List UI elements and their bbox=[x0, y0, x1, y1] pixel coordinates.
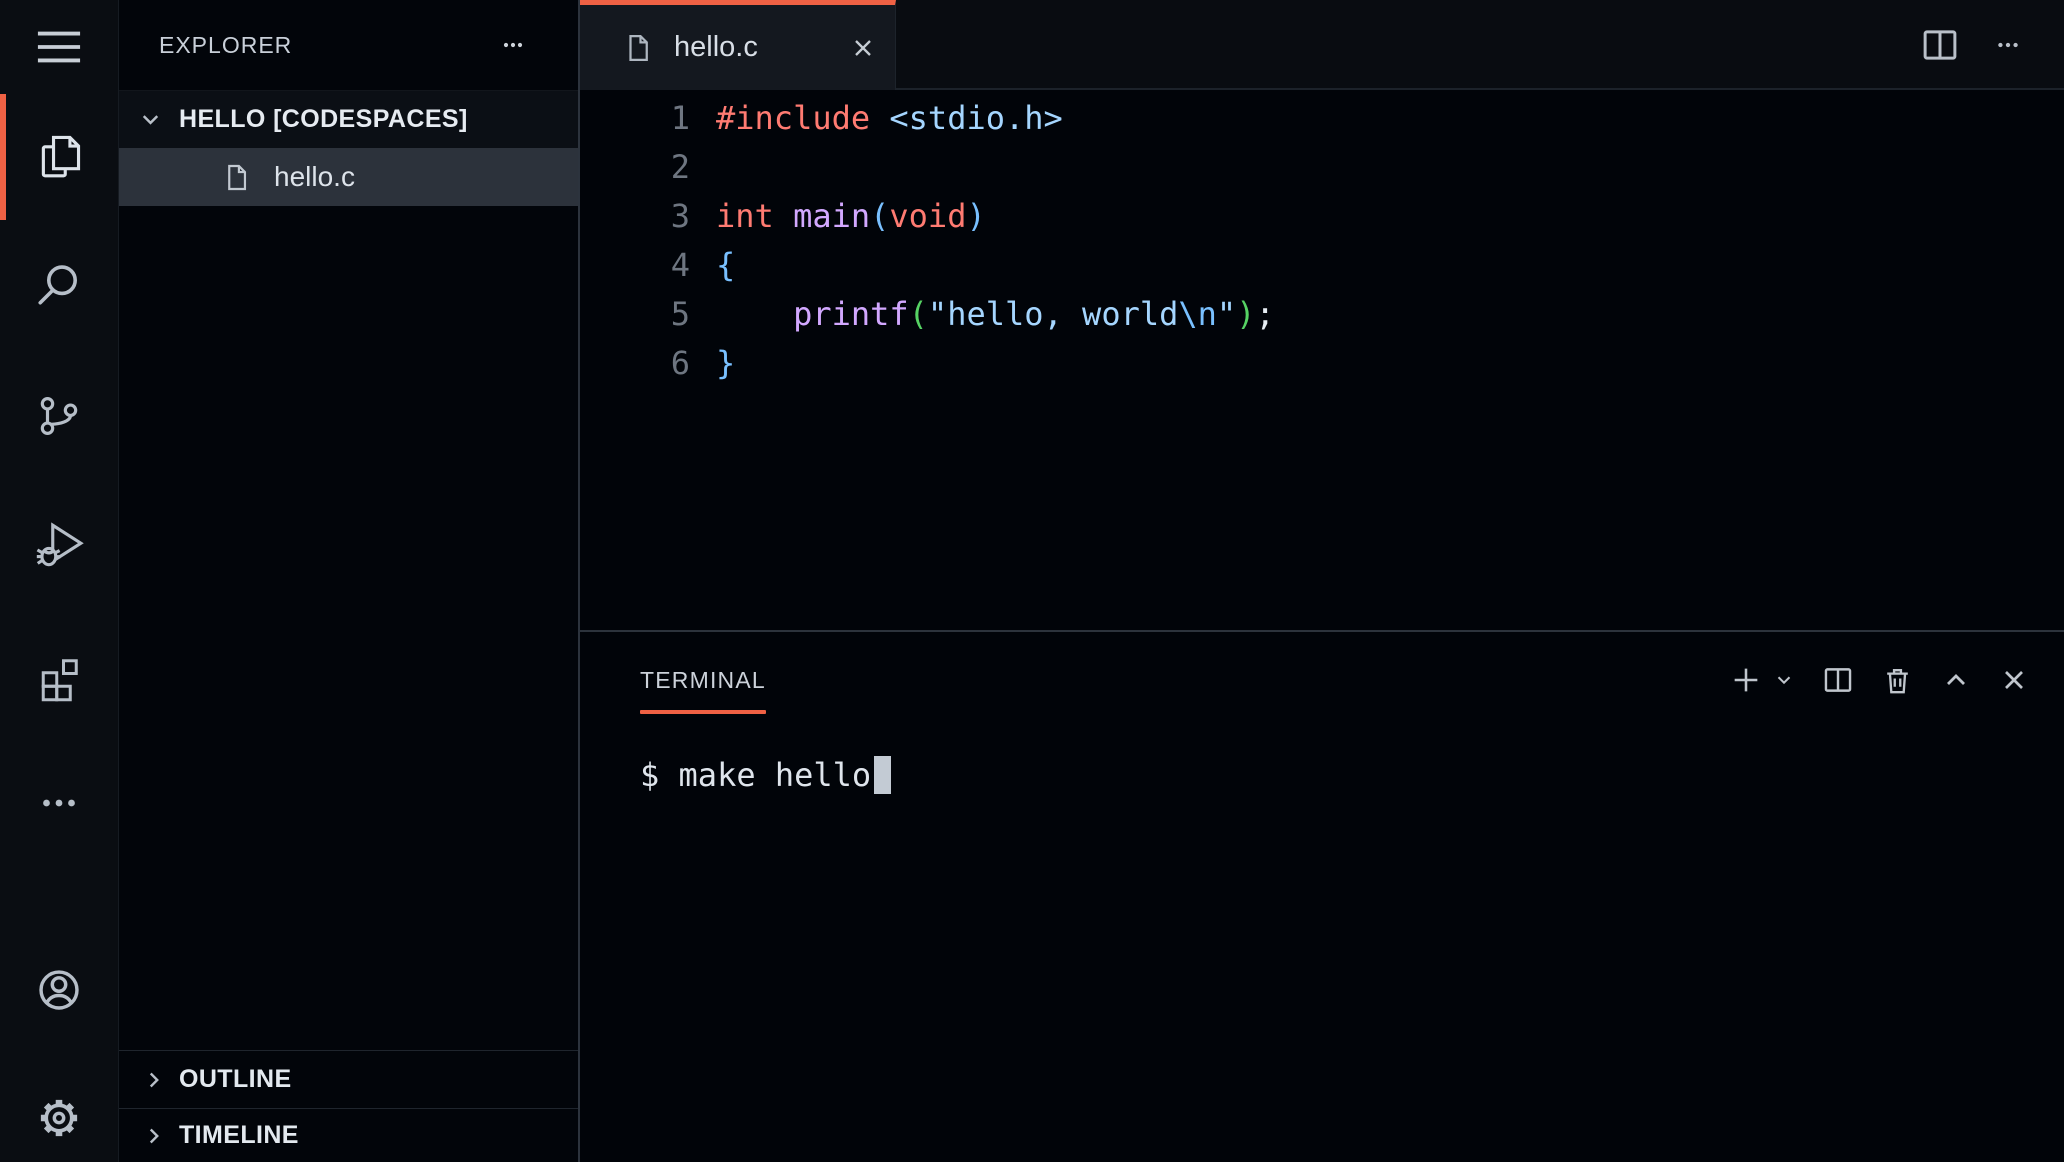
close-panel-button[interactable] bbox=[1998, 664, 2030, 696]
sidebar-title: EXPLORER bbox=[159, 32, 292, 59]
tab-label: hello.c bbox=[674, 31, 758, 64]
trash-icon bbox=[1881, 664, 1914, 697]
split-terminal-button[interactable] bbox=[1821, 663, 1855, 697]
sidebar-item-extensions[interactable] bbox=[0, 615, 118, 741]
activity-bar bbox=[0, 0, 118, 1162]
code-line[interactable]: 6} bbox=[580, 339, 2064, 388]
code-lines: 1#include <stdio.h>23int main(void)4{5 p… bbox=[580, 94, 2064, 388]
menu-icon bbox=[36, 29, 82, 65]
vscode-window: { "colors": { "accent": "#ef6144", "edit… bbox=[0, 0, 2064, 1162]
file-icon bbox=[623, 33, 653, 63]
chevron-right-icon bbox=[141, 1067, 167, 1093]
tab-hello-c[interactable]: hello.c bbox=[580, 0, 896, 90]
sidebar-item-search[interactable] bbox=[0, 221, 118, 347]
timeline-label: TIMELINE bbox=[179, 1121, 299, 1150]
new-terminal-group bbox=[1729, 663, 1795, 697]
line-number: 1 bbox=[580, 94, 690, 143]
close-icon bbox=[849, 34, 877, 62]
explorer-section-header[interactable]: HELLO [CODESPACES] bbox=[119, 90, 578, 148]
sidebar-item-explorer[interactable] bbox=[0, 94, 118, 220]
code-line[interactable]: 5 printf("hello, world\n"); bbox=[580, 290, 2064, 339]
ellipsis-icon bbox=[1988, 32, 2028, 58]
new-terminal-button[interactable] bbox=[1729, 663, 1763, 697]
explorer-more-actions-button[interactable] bbox=[494, 33, 532, 57]
code-line[interactable]: 1#include <stdio.h> bbox=[580, 94, 2064, 143]
tab-terminal[interactable]: TERMINAL bbox=[640, 632, 766, 728]
code-editor[interactable]: 1#include <stdio.h>23int main(void)4{5 p… bbox=[580, 92, 2064, 628]
close-icon bbox=[1998, 664, 2030, 696]
code-text: int main(void) bbox=[690, 192, 986, 241]
editor-group: hello.c 1#include <stdio.h>23int main(vo… bbox=[578, 0, 2064, 1162]
terminal-command-text: $ make hello bbox=[640, 754, 871, 796]
outline-label: OUTLINE bbox=[179, 1065, 292, 1094]
terminal-profile-dropdown-button[interactable] bbox=[1773, 669, 1795, 691]
file-icon bbox=[222, 163, 251, 192]
close-tab-button[interactable] bbox=[845, 30, 881, 66]
more-views-button[interactable] bbox=[0, 740, 118, 866]
source-control-icon bbox=[36, 393, 82, 439]
terminal-panel-title: TERMINAL bbox=[640, 667, 766, 694]
split-editor-button[interactable] bbox=[1919, 24, 1961, 66]
outline-section-header[interactable]: OUTLINE bbox=[119, 1050, 578, 1108]
menu-button[interactable] bbox=[0, 0, 118, 94]
plus-icon bbox=[1729, 663, 1763, 697]
settings-button[interactable] bbox=[0, 1055, 118, 1162]
gear-icon bbox=[34, 1093, 84, 1143]
explorer-sidebar: EXPLORER HELLO [CODESPACES] hello.c OUTL… bbox=[118, 0, 578, 1162]
chevron-down-icon bbox=[137, 106, 164, 133]
code-line[interactable]: 4{ bbox=[580, 241, 2064, 290]
split-terminal-icon bbox=[1821, 663, 1855, 697]
editor-actions bbox=[1919, 0, 2064, 90]
sidebar-item-run-debug[interactable] bbox=[0, 481, 118, 607]
line-number: 4 bbox=[580, 241, 690, 290]
workspace-label: HELLO [CODESPACES] bbox=[179, 105, 468, 134]
terminal-actions bbox=[1729, 632, 2064, 728]
ellipsis-icon bbox=[39, 783, 79, 823]
terminal-panel: TERMINAL bbox=[580, 630, 2064, 1162]
file-label: hello.c bbox=[274, 161, 355, 193]
tab-bar: hello.c bbox=[580, 0, 2064, 90]
chevron-down-icon bbox=[1773, 669, 1795, 691]
sidebar-item-source-control[interactable] bbox=[0, 353, 118, 479]
split-editor-icon bbox=[1919, 24, 1961, 66]
file-row-hello-c[interactable]: hello.c bbox=[119, 148, 578, 206]
line-number: 5 bbox=[580, 290, 690, 339]
chevron-right-icon bbox=[141, 1123, 167, 1149]
sidebar-header: EXPLORER bbox=[119, 0, 578, 90]
terminal-body[interactable]: $ make hello bbox=[580, 728, 2064, 1162]
kill-terminal-button[interactable] bbox=[1881, 664, 1914, 697]
code-text: } bbox=[690, 339, 735, 388]
maximize-panel-button[interactable] bbox=[1940, 664, 1972, 696]
code-text: { bbox=[690, 241, 735, 290]
timeline-section-header[interactable]: TIMELINE bbox=[119, 1108, 578, 1162]
search-icon bbox=[35, 260, 83, 308]
account-icon bbox=[34, 965, 84, 1015]
terminal-cursor bbox=[874, 756, 891, 794]
account-button[interactable] bbox=[0, 927, 118, 1053]
code-line[interactable]: 3int main(void) bbox=[580, 192, 2064, 241]
line-number: 3 bbox=[580, 192, 690, 241]
line-number: 2 bbox=[580, 143, 690, 192]
code-text: printf("hello, world\n"); bbox=[690, 290, 1275, 339]
files-icon bbox=[34, 132, 84, 182]
extensions-icon bbox=[35, 654, 83, 702]
terminal-prompt-line: $ make hello bbox=[640, 754, 891, 796]
editor-more-actions-button[interactable] bbox=[1988, 32, 2028, 58]
chevron-up-icon bbox=[1940, 664, 1972, 696]
ellipsis-icon bbox=[494, 33, 532, 57]
run-debug-icon bbox=[34, 519, 84, 569]
code-line[interactable]: 2 bbox=[580, 143, 2064, 192]
line-number: 6 bbox=[580, 339, 690, 388]
code-text bbox=[690, 143, 716, 192]
code-text: #include <stdio.h> bbox=[690, 94, 1063, 143]
